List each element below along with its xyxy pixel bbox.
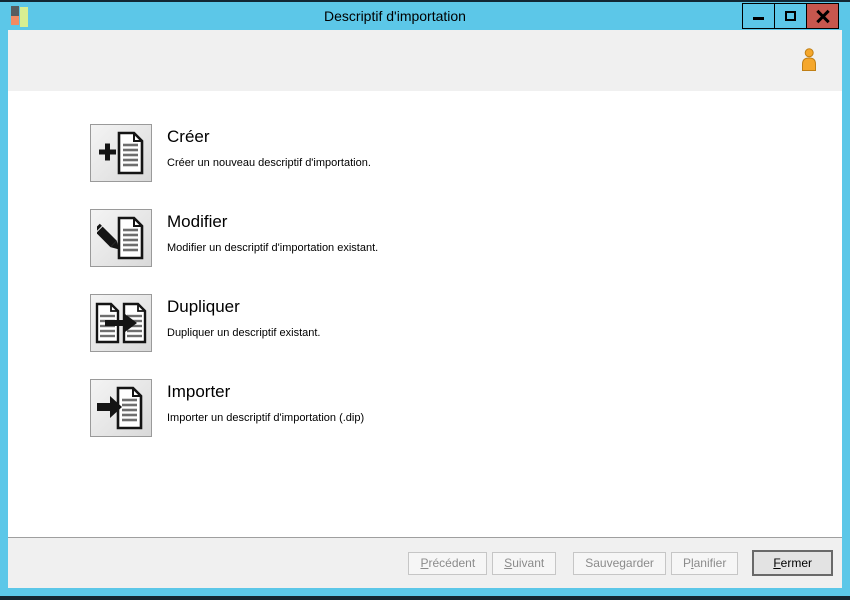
- planifier-button[interactable]: Pl anifier: [670, 551, 739, 575]
- action-item-importer: Importer Importer un descriptif d'import…: [90, 379, 822, 437]
- sauvegarder-button[interactable]: Sauvegarder: [573, 551, 666, 575]
- action-item-dupliquer: Dupliquer Dupliquer un descriptif exista…: [90, 294, 822, 352]
- close-button[interactable]: [806, 3, 839, 29]
- plus-document-icon[interactable]: [90, 124, 152, 182]
- action-description: Dupliquer un descriptif existant.: [167, 327, 321, 339]
- action-title: Importer: [167, 382, 231, 401]
- action-title: Dupliquer: [167, 297, 240, 316]
- footer-bar: Précédent Suivant Sauvegarder Pl anifier …: [8, 538, 842, 588]
- pencil-document-icon[interactable]: [90, 209, 152, 267]
- app-logo-icon: [11, 6, 30, 28]
- action-item-creer: Créer Créer un nouveau descriptif d'impo…: [90, 124, 822, 182]
- dialog-body: Créer Créer un nouveau descriptif d'impo…: [8, 30, 842, 588]
- minimize-button[interactable]: [742, 3, 775, 29]
- action-title: Modifier: [167, 212, 228, 231]
- window-title: Descriptif d'importation: [324, 8, 466, 24]
- maximize-icon: [785, 11, 796, 21]
- user-icon: [802, 48, 816, 71]
- actions-list: Créer Créer un nouveau descriptif d'impo…: [8, 91, 842, 537]
- minimize-icon: [753, 17, 764, 20]
- close-icon: [816, 9, 830, 23]
- duplicate-document-icon[interactable]: [90, 294, 152, 352]
- suivant-button[interactable]: Suivant: [492, 551, 557, 575]
- action-item-modifier: Modifier Modifier un descriptif d'import…: [90, 209, 822, 267]
- precedent-button[interactable]: Précédent: [408, 551, 488, 575]
- import-arrow-document-icon[interactable]: [90, 379, 152, 437]
- window-controls: [742, 3, 839, 29]
- action-description: Créer un nouveau descriptif d'importatio…: [167, 157, 371, 169]
- window-bottom-edge: [0, 596, 850, 600]
- fermer-button[interactable]: Fermer: [752, 550, 833, 576]
- action-description: Modifier un descriptif d'importation exi…: [167, 242, 379, 254]
- maximize-button[interactable]: [774, 3, 807, 29]
- import-descriptor-window: Descriptif d'importation Créer Créer un …: [0, 0, 850, 600]
- action-description: Importer un descriptif d'importation (.d…: [167, 412, 365, 424]
- titlebar[interactable]: Descriptif d'importation: [0, 2, 850, 30]
- action-title: Créer: [167, 127, 210, 146]
- header-band: [8, 30, 842, 91]
